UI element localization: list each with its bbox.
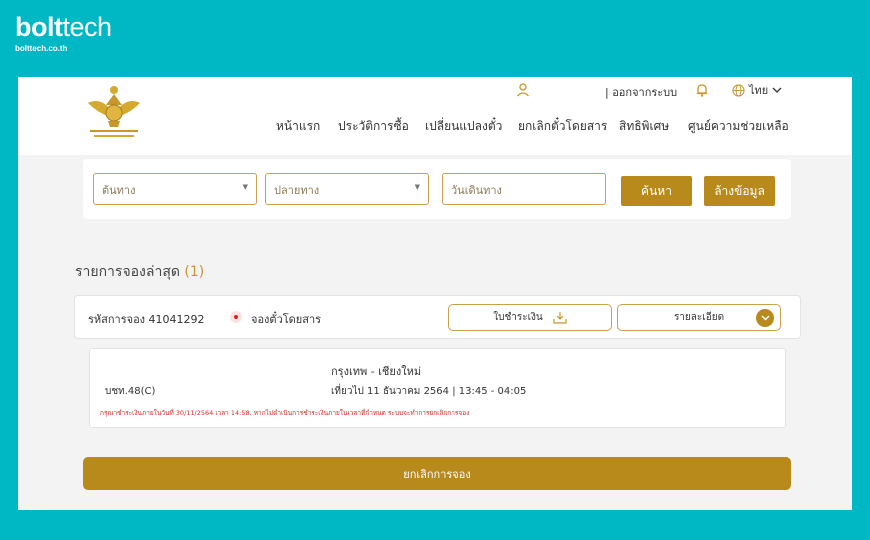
destination-placeholder: ปลายทาง [274, 184, 320, 197]
caret-down-icon: ▼ [414, 183, 420, 191]
bell-icon[interactable] [694, 82, 710, 98]
nav-cancel-ticket[interactable]: ยกเลิกตั๋วโดยสาร [518, 117, 607, 136]
receipt-label: ใบชำระเงิน [493, 312, 543, 323]
search-panel: ต้นทาง ▼ ปลายทาง ▼ วันเดินทาง ค้นหา ล้าง… [83, 159, 791, 219]
globe-icon [732, 83, 745, 97]
travel-date-placeholder: วันเดินทาง [451, 184, 502, 197]
nav-help-center[interactable]: ศูนย์ความช่วยเหลือ [688, 117, 789, 136]
origin-select[interactable]: ต้นทาง ▼ [93, 173, 257, 205]
nav-change-ticket[interactable]: เปลี่ยนแปลงตั๋ว [425, 117, 502, 136]
trip-time: เที่ยวไป 11 ธันวาคม 2564 | 13:45 - 04:05 [331, 386, 527, 397]
destination-select[interactable]: ปลายทาง ▼ [265, 173, 429, 205]
site-header: | ออกจากระบบ ไทย หน้าแรก ประวัติการซื้อ … [18, 77, 852, 155]
payment-warning: กรุณาชำระเงินภายในวันที่ 30/11/2564 เวลา… [100, 409, 470, 417]
railway-emblem-icon[interactable] [82, 83, 146, 143]
user-icon[interactable] [515, 82, 531, 98]
nav-purchase-history[interactable]: ประวัติการซื้อ [338, 117, 409, 136]
language-label: ไทย [749, 84, 769, 97]
booking-summary: รหัสการจอง 41041292 จองตั๋วโดยสาร ใบชำระ… [74, 295, 801, 339]
chevron-down-icon [756, 309, 774, 327]
booking-detail-card: กรุงเทพ - เชียงใหม่ บชท.48(C) เที่ยวไป 1… [89, 348, 786, 428]
details-label: รายละเอียด [673, 312, 725, 323]
cancel-booking-button[interactable]: ยกเลิกการจอง [83, 457, 791, 490]
booking-code: รหัสการจอง 41041292 [88, 313, 205, 326]
status-dot-icon [230, 311, 242, 323]
details-button[interactable]: รายละเอียด [617, 304, 781, 331]
app-window: | ออกจากระบบ ไทย หน้าแรก ประวัติการซื้อ … [18, 77, 852, 510]
nav-privileges[interactable]: สิทธิพิเศษ [619, 117, 669, 136]
train-number: บชท.48(C) [105, 386, 156, 397]
recent-bookings-title: รายการจองล่าสุด (1) [75, 261, 204, 283]
recent-bookings-count: (1) [184, 264, 205, 280]
caret-down-icon: ▼ [242, 183, 248, 191]
bolttech-logo: bolttech [15, 12, 112, 42]
origin-placeholder: ต้นทาง [102, 184, 136, 197]
clear-button[interactable]: ล้างข้อมูล [704, 176, 775, 206]
bolttech-brand: bolttech bolttech.co.th [15, 12, 112, 53]
language-selector[interactable]: ไทย [732, 81, 782, 99]
booking-status: จองตั๋วโดยสาร [251, 313, 322, 326]
nav-home[interactable]: หน้าแรก [276, 117, 320, 136]
receipt-button[interactable]: ใบชำระเงิน [448, 304, 612, 331]
recent-bookings-label: รายการจองล่าสุด [75, 264, 180, 280]
route-label: กรุงเทพ - เชียงใหม่ [331, 365, 422, 378]
chevron-down-icon [772, 87, 782, 93]
download-icon [553, 312, 567, 324]
travel-date-input[interactable]: วันเดินทาง [442, 173, 606, 205]
brand-url: bolttech.co.th [15, 44, 68, 53]
logout-link[interactable]: | ออกจากระบบ [605, 83, 677, 101]
search-button[interactable]: ค้นหา [621, 176, 692, 206]
